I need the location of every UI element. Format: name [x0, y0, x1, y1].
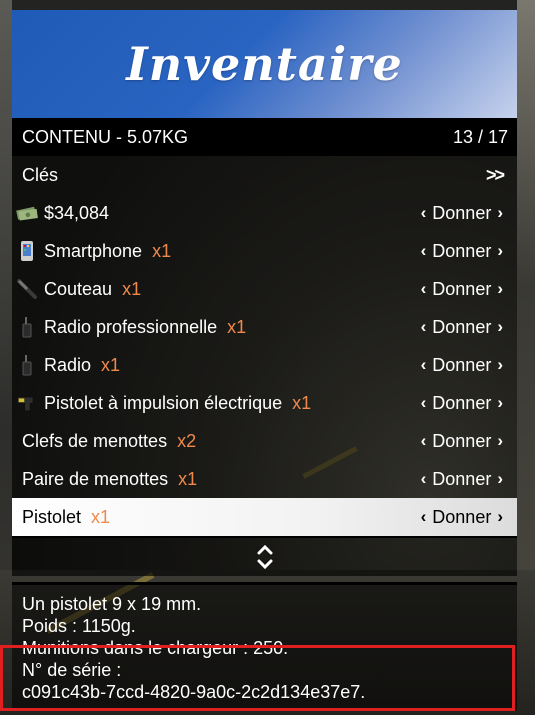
give-action-label: Donner [432, 278, 492, 299]
chevron-right-icon[interactable]: › [497, 393, 503, 413]
cash-icon [16, 202, 38, 224]
item-quantity: x2 [177, 430, 197, 451]
item-list: Clés >> $34,084 ‹ Donner › Smartphone x1 ‹ D… [12, 156, 517, 536]
chevron-right-icon[interactable]: › [497, 507, 503, 527]
chevron-right-icon[interactable]: › [497, 317, 503, 337]
give-action-label: Donner [432, 468, 492, 489]
item-label: Couteau [44, 278, 113, 299]
taser-icon [16, 392, 38, 414]
item-label: Smartphone [44, 240, 143, 261]
menu-title: Inventaire [126, 37, 403, 91]
scroll-indicator[interactable] [12, 536, 517, 576]
list-item-cash[interactable]: $34,084 ‹ Donner › [12, 194, 517, 232]
submenu-arrow-icon[interactable]: >> [486, 165, 505, 186]
list-item-knife[interactable]: Couteau x1 ‹ Donner › [12, 270, 517, 308]
item-label: Pistolet à impulsion électrique [44, 392, 283, 413]
chevron-left-icon[interactable]: ‹ [421, 203, 427, 223]
give-action-label: Donner [432, 202, 492, 223]
serial-highlight-box [0, 645, 515, 711]
chevron-right-icon[interactable]: › [497, 203, 503, 223]
description-line: Un pistolet 9 x 19 mm. [22, 594, 202, 614]
chevron-right-icon[interactable]: › [497, 469, 503, 489]
chevron-left-icon[interactable]: ‹ [421, 469, 427, 489]
item-quantity: x1 [292, 392, 312, 413]
item-quantity: x1 [122, 278, 142, 299]
give-action-label: Donner [432, 316, 492, 337]
phone-icon [16, 240, 38, 262]
list-item-handcuffs[interactable]: Paire de menottes x1 ‹ Donner › [12, 460, 517, 498]
item-label: Paire de menottes [22, 468, 169, 489]
chevron-left-icon[interactable]: ‹ [421, 279, 427, 299]
chevron-left-icon[interactable]: ‹ [421, 317, 427, 337]
item-quantity: x1 [227, 316, 247, 337]
list-item-keys[interactable]: Clés >> [12, 156, 517, 194]
give-action-label: Donner [432, 392, 492, 413]
chevron-left-icon[interactable]: ‹ [421, 431, 427, 451]
item-counter: 13 / 17 [452, 126, 508, 147]
item-label: Clés [22, 164, 59, 185]
chevron-right-icon[interactable]: › [497, 431, 503, 451]
up-down-arrows-icon [257, 544, 272, 570]
item-quantity: x1 [101, 354, 121, 375]
give-action-label: Donner [432, 240, 492, 261]
list-item-handcuff-keys[interactable]: Clefs de menottes x2 ‹ Donner › [12, 422, 517, 460]
list-item-taser[interactable]: Pistolet à impulsion électrique x1 ‹ Donne… [12, 384, 517, 422]
chevron-left-icon[interactable]: ‹ [421, 355, 427, 375]
list-item-pistol[interactable]: Pistolet x1 ‹ Donner › [12, 498, 517, 536]
chevron-right-icon[interactable]: › [497, 279, 503, 299]
item-label: Pistolet [22, 506, 82, 527]
list-item-smartphone[interactable]: Smartphone x1 ‹ Donner › [12, 232, 517, 270]
menu-subheader: CONTENU - 5.07KG 13 / 17 [12, 118, 517, 156]
knife-icon [16, 278, 38, 300]
item-label: Radio professionnelle [44, 316, 218, 337]
item-label: $34,084 [44, 202, 110, 223]
chevron-left-icon[interactable]: ‹ [421, 241, 427, 261]
give-action-label: Donner [432, 506, 492, 527]
chevron-left-icon[interactable]: ‹ [421, 393, 427, 413]
radio-icon [16, 354, 38, 376]
item-quantity: x1 [178, 468, 198, 489]
inventory-menu: Inventaire CONTENU - 5.07KG 13 / 17 Clés… [12, 10, 517, 711]
give-action-label: Donner [432, 354, 492, 375]
chevron-right-icon[interactable]: › [497, 355, 503, 375]
chevron-left-icon[interactable]: ‹ [421, 507, 427, 527]
radio-icon [16, 316, 38, 338]
item-quantity: x1 [152, 240, 172, 261]
list-item-radio[interactable]: Radio x1 ‹ Donner › [12, 346, 517, 384]
description-line: Poids : 1150g. [22, 616, 136, 636]
item-label: Radio [44, 354, 92, 375]
chevron-right-icon[interactable]: › [497, 241, 503, 261]
menu-header: Inventaire [12, 10, 517, 118]
item-quantity: x1 [91, 506, 111, 527]
list-item-pro-radio[interactable]: Radio professionnelle x1 ‹ Donner › [12, 308, 517, 346]
item-label: Clefs de menottes [22, 430, 168, 451]
give-action-label: Donner [432, 430, 492, 451]
content-weight-label: CONTENU - 5.07KG [22, 126, 189, 147]
